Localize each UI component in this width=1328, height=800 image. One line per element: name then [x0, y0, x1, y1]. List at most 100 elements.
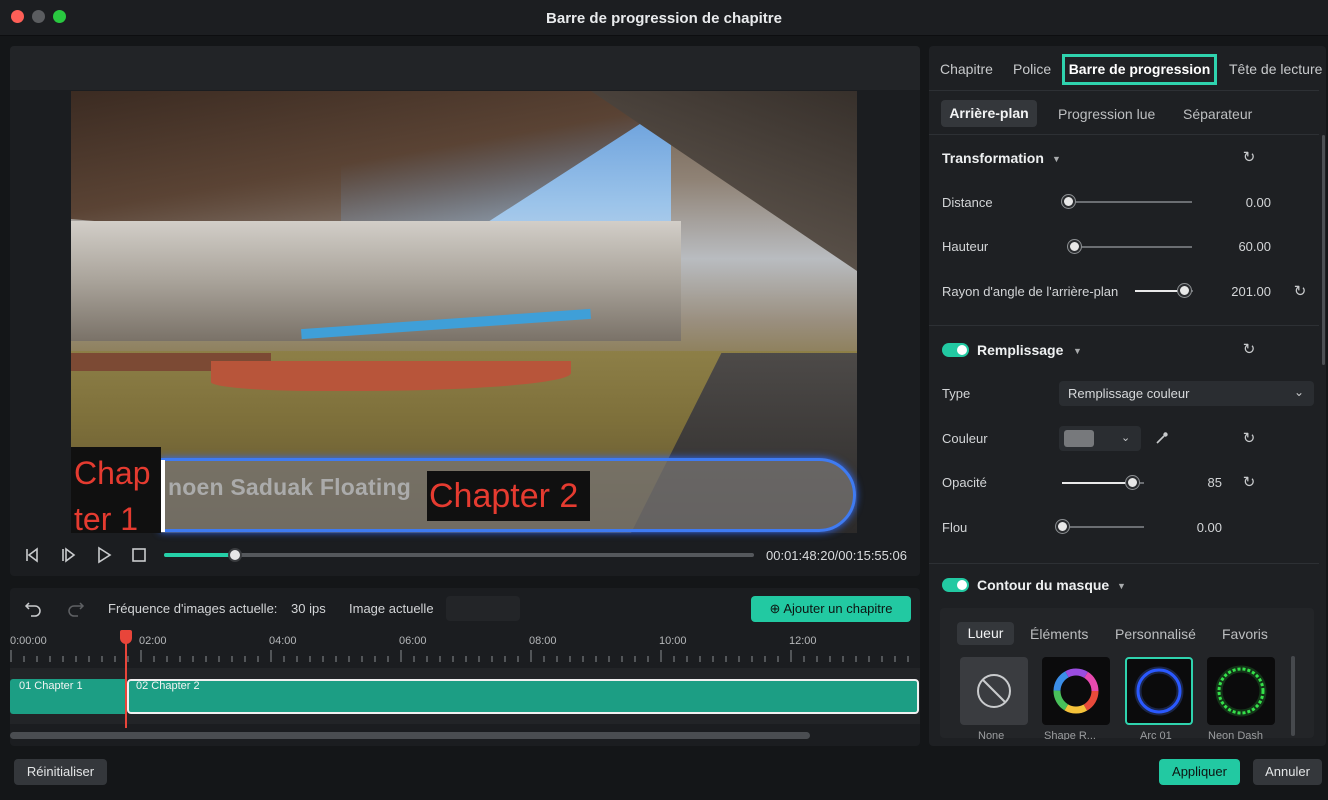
- current-image-label: Image actuelle: [349, 601, 434, 616]
- subtab-separateur[interactable]: Séparateur: [1183, 106, 1252, 122]
- reset-icon[interactable]: ↻: [1292, 284, 1308, 300]
- current-image-field[interactable]: [446, 596, 520, 621]
- playback-scrubber[interactable]: [164, 548, 754, 562]
- style-tab-personnalise[interactable]: Personnalisé: [1115, 626, 1196, 642]
- opacity-slider[interactable]: [1062, 476, 1144, 489]
- chapter2-overlay-text: Chapter 2: [429, 477, 579, 515]
- reset-icon[interactable]: ↻: [1241, 150, 1257, 166]
- divider: [929, 325, 1319, 326]
- add-chapter-button[interactable]: ⊕ Ajouter un chapitre: [751, 596, 911, 622]
- preset-shape-r[interactable]: [1042, 657, 1110, 725]
- ruler-label: 10:00: [659, 635, 687, 647]
- ruler-label: 06:00: [399, 635, 427, 647]
- prev-frame-icon[interactable]: [23, 546, 41, 564]
- tab-barre-de-progression[interactable]: Barre de progression: [1062, 54, 1217, 85]
- fill-toggle[interactable]: [942, 343, 969, 357]
- divider: [929, 134, 1319, 135]
- timeline-horizontal-scrollbar[interactable]: [10, 732, 810, 739]
- apply-button[interactable]: Appliquer: [1159, 759, 1240, 785]
- divider: [929, 90, 1319, 91]
- fill-type-label: Type: [942, 386, 971, 401]
- blur-slider[interactable]: [1056, 520, 1144, 533]
- slider-thumb[interactable]: [1125, 476, 1139, 489]
- mask-outline-section-title[interactable]: Contour du masque: [977, 577, 1109, 593]
- tab-chapitre[interactable]: Chapitre: [940, 61, 993, 77]
- frame-rate-value: 30 ips: [291, 601, 326, 616]
- chapter1-overlay-text: Chap ter 1: [74, 455, 151, 537]
- blur-label: Flou: [942, 520, 968, 535]
- ruler-label: 02:00: [139, 635, 167, 647]
- scrubber-thumb[interactable]: [227, 548, 242, 562]
- scrubber-fill: [164, 553, 235, 557]
- ruler-label: 08:00: [529, 635, 557, 647]
- redo-icon[interactable]: [66, 598, 86, 618]
- tab-police[interactable]: Police: [1013, 61, 1051, 77]
- fill-section-title[interactable]: Remplissage: [977, 342, 1063, 358]
- ruler-label: 0:00:00: [10, 635, 47, 647]
- eyedropper-icon[interactable]: [1154, 430, 1170, 450]
- preset-arc-01[interactable]: [1125, 657, 1193, 725]
- chapter-clip-2[interactable]: [127, 679, 919, 714]
- cancel-button[interactable]: Annuler: [1253, 759, 1322, 785]
- height-label: Hauteur: [942, 239, 989, 254]
- settings-scrollbar[interactable]: [1322, 135, 1325, 365]
- preset-label: Arc 01: [1140, 730, 1172, 740]
- timeline-playhead[interactable]: [120, 630, 132, 644]
- distance-slider[interactable]: [1062, 195, 1192, 208]
- mask-outline-toggle[interactable]: [942, 578, 969, 592]
- chevron-down-icon: ⌄: [1121, 432, 1131, 444]
- presets-scrollbar[interactable]: [1291, 656, 1295, 736]
- slider-thumb[interactable]: [1056, 520, 1069, 533]
- reset-icon[interactable]: ↻: [1241, 342, 1257, 358]
- blue-ring-icon: [1134, 666, 1184, 716]
- preview-header: [10, 46, 920, 90]
- timeline-ruler[interactable]: [10, 650, 920, 664]
- height-slider[interactable]: [1068, 240, 1192, 253]
- opacity-value[interactable]: 85: [1162, 475, 1222, 490]
- distance-value[interactable]: 0.00: [1211, 195, 1271, 210]
- preset-neon-dash[interactable]: [1207, 657, 1275, 725]
- subtab-arriere-plan[interactable]: Arrière-plan: [941, 100, 1037, 127]
- tab-tete-de-lecture[interactable]: Tête de lecture: [1229, 61, 1322, 77]
- preset-none[interactable]: [960, 657, 1028, 725]
- chapter-clip-label: 02 Chapter 2: [136, 680, 200, 692]
- subtab-progression-lue[interactable]: Progression lue: [1058, 106, 1155, 122]
- corner-radius-label: Rayon d'angle de l'arrière-plan: [942, 284, 1119, 299]
- reset-button[interactable]: Réinitialiser: [14, 759, 107, 785]
- undo-icon[interactable]: [23, 598, 43, 618]
- chevron-down-icon: ⌄: [1294, 385, 1305, 399]
- collapse-caret-icon[interactable]: ▼: [1117, 581, 1126, 591]
- collapse-caret-icon[interactable]: ▼: [1073, 346, 1082, 356]
- corner-radius-value[interactable]: 201.00: [1211, 284, 1271, 299]
- transformation-section-title[interactable]: Transformation: [942, 150, 1044, 166]
- slider-thumb[interactable]: [1062, 195, 1075, 208]
- color-swatch: [1064, 430, 1094, 447]
- ruler-label: 12:00: [789, 635, 817, 647]
- video-caption-text: noen Saduak Floating: [168, 474, 411, 500]
- corner-radius-slider[interactable]: [1135, 284, 1193, 297]
- add-chapter-label: Ajouter un chapitre: [783, 601, 893, 616]
- style-tab-lueur[interactable]: Lueur: [957, 622, 1014, 645]
- style-tab-favoris[interactable]: Favoris: [1222, 626, 1268, 642]
- none-circle-icon: [977, 674, 1011, 708]
- title-bar: Barre de progression de chapitre: [0, 0, 1328, 36]
- reset-icon[interactable]: ↻: [1241, 431, 1257, 447]
- blur-value[interactable]: 0.00: [1162, 520, 1222, 535]
- collapse-caret-icon[interactable]: ▼: [1052, 154, 1061, 164]
- plus-circle-icon: ⊕: [769, 601, 781, 616]
- reset-icon[interactable]: ↻: [1241, 475, 1257, 491]
- preset-label: Neon Dash: [1208, 730, 1264, 740]
- fill-color-label: Couleur: [942, 431, 988, 446]
- height-value[interactable]: 60.00: [1211, 239, 1271, 254]
- opacity-label: Opacité: [942, 475, 987, 490]
- next-frame-icon[interactable]: [59, 546, 77, 564]
- style-tab-elements[interactable]: Éléments: [1030, 626, 1088, 642]
- preset-label: Shape R...: [1044, 730, 1096, 740]
- fill-type-value: Remplissage couleur: [1068, 386, 1190, 401]
- stop-icon[interactable]: [130, 546, 148, 564]
- rainbow-ring-icon: [1053, 668, 1099, 714]
- timecode-display: 00:01:48:20/00:15:55:06: [766, 548, 907, 563]
- play-icon[interactable]: [95, 546, 113, 564]
- distance-label: Distance: [942, 195, 993, 210]
- ruler-label: 04:00: [269, 635, 297, 647]
